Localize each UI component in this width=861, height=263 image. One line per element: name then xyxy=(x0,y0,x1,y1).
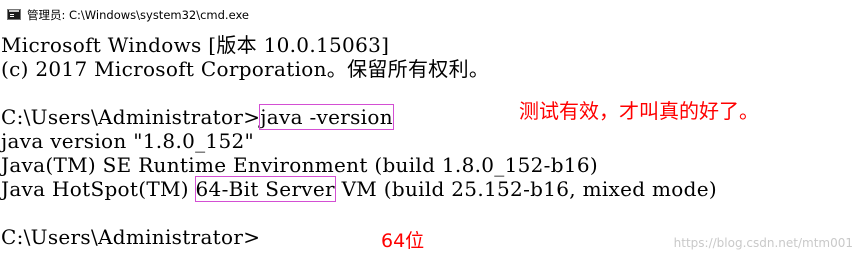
bits-highlight: 64-Bit Server xyxy=(194,176,336,202)
console-line-prompt: C:\Users\Administrator> xyxy=(1,225,261,249)
hotspot-suffix: VM (build 25.152-b16, mixed mode) xyxy=(334,177,717,201)
console-line-runtime: Java(TM) SE Runtime Environment (build 1… xyxy=(1,153,598,177)
command-highlight: java -version xyxy=(259,104,394,130)
console-line-copyright: (c) 2017 Microsoft Corporation。保留所有权利。 xyxy=(1,57,490,81)
console-output[interactable]: Microsoft Windows [版本 10.0.15063] (c) 20… xyxy=(0,30,861,263)
cmd-console-icon xyxy=(7,9,21,20)
title-bar[interactable]: 管理员: C:\Windows\system32\cmd.exe xyxy=(0,0,861,30)
console-line-java-version: java version "1.8.0_152" xyxy=(1,129,255,153)
console-line-hotspot: Java HotSpot(TM) 64-Bit Server VM (build… xyxy=(1,176,717,202)
prompt-text: C:\Users\Administrator> xyxy=(1,105,261,129)
hotspot-prefix: Java HotSpot(TM) xyxy=(1,177,196,201)
window-title: 管理员: C:\Windows\system32\cmd.exe xyxy=(27,8,249,22)
annotation-test-note: 测试有效，才叫真的好了。 xyxy=(519,99,759,123)
cmd-window: 管理员: C:\Windows\system32\cmd.exe Microso… xyxy=(0,0,861,263)
console-line-prompt-command: C:\Users\Administrator>java -version xyxy=(1,104,394,130)
console-line-version: Microsoft Windows [版本 10.0.15063] xyxy=(1,33,390,57)
annotation-bits-note: 64位 xyxy=(381,230,425,252)
watermark: https://blog.csdn.net/mtm001 xyxy=(673,236,853,250)
